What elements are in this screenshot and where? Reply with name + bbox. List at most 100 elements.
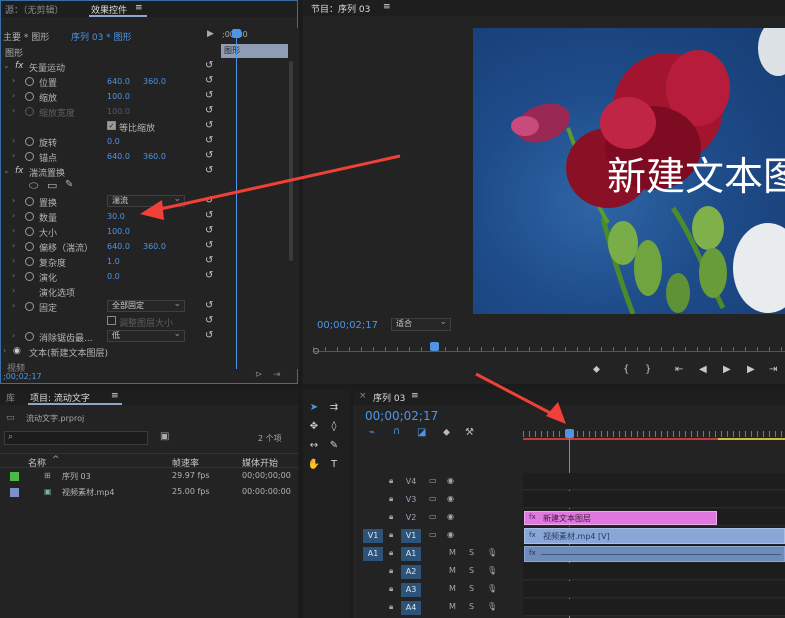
ripple-edit-tool-icon[interactable]: ✥ — [307, 420, 321, 434]
effect-row[interactable]: ⬭ ▭ ✎ — [1, 179, 219, 194]
stopwatch-icon[interactable] — [25, 242, 34, 251]
property-value-2[interactable]: 360.0 — [143, 77, 166, 86]
lock-icon[interactable]: 🔒︎ — [389, 548, 393, 558]
stopwatch-icon[interactable] — [25, 92, 34, 101]
property-dropdown[interactable]: 湍流 — [107, 194, 185, 207]
eye-icon[interactable]: ◉ — [447, 494, 454, 503]
pen-mask-icon[interactable]: ✎ — [65, 179, 73, 190]
sync-lock-icon[interactable]: ▭ — [429, 512, 437, 521]
twirl-icon[interactable]: › — [12, 271, 15, 280]
sort-up-icon[interactable]: ^ — [52, 455, 60, 465]
stopwatch-icon[interactable] — [25, 197, 34, 206]
stopwatch-icon[interactable] — [25, 212, 34, 221]
marker-icon[interactable]: ⬥ — [443, 427, 450, 438]
effect-row[interactable]: › 置换 湍流 ↺ — [1, 194, 219, 209]
property-value-2[interactable]: 360.0 — [143, 242, 166, 251]
hand-tool-icon[interactable]: ✋ — [307, 458, 321, 472]
project-menu-icon[interactable]: ≡ — [111, 391, 119, 401]
solo-button[interactable]: S — [469, 602, 474, 611]
track-target[interactable]: V1 — [401, 529, 421, 543]
linked-icon[interactable]: ◪ — [417, 427, 426, 438]
lock-icon[interactable]: 🔒︎ — [389, 530, 393, 540]
track-lane[interactable] — [523, 581, 785, 598]
twirl-icon[interactable]: › — [12, 151, 15, 160]
twirl-icon[interactable]: › — [12, 136, 15, 145]
twirl-icon[interactable]: › — [12, 196, 15, 205]
sync-lock-icon[interactable]: ▭ — [429, 476, 437, 485]
tab-library[interactable]: 库 — [6, 391, 15, 404]
col-framerate[interactable]: 帧速率 — [172, 456, 199, 469]
property-value[interactable]: 640.0 — [107, 152, 130, 161]
twirl-icon[interactable]: › — [12, 91, 15, 100]
play-icon[interactable]: ▶ — [723, 364, 731, 375]
razor-tool-icon[interactable]: ◊ — [327, 420, 341, 434]
reset-icon[interactable]: ↺ — [205, 255, 213, 266]
property-value[interactable]: 100.0 — [107, 107, 130, 116]
play-triangle-icon[interactable]: ▶ — [207, 29, 214, 39]
mini-playhead[interactable] — [236, 29, 237, 369]
track-row[interactable]: 🔒︎ A4 M S 🎙︎ — [353, 599, 785, 617]
clip-audio[interactable]: fx — [524, 546, 785, 562]
reset-icon[interactable]: ↺ — [205, 105, 213, 116]
reset-icon[interactable]: ↺ — [205, 270, 213, 281]
col-name[interactable]: 名称 — [28, 456, 46, 469]
track-target[interactable]: A1 — [401, 547, 421, 561]
effect-row[interactable]: › 消除锯齿最... 低 ↺ — [1, 329, 219, 344]
twirl-icon[interactable]: › — [12, 331, 15, 340]
timeline-timecode[interactable]: 00;00;02;17 — [365, 409, 438, 423]
stopwatch-icon[interactable] — [25, 77, 34, 86]
effect-row[interactable]: › 缩放宽度 100.0 ↺ — [1, 104, 219, 119]
track-lane[interactable] — [523, 491, 785, 508]
stopwatch-icon[interactable] — [25, 137, 34, 146]
tab-program[interactable]: 节目：序列 03 — [311, 2, 370, 15]
type-tool-icon[interactable]: T — [327, 458, 341, 472]
twirl-icon[interactable]: ⌄ — [3, 166, 10, 175]
track-row[interactable]: 🔒︎ V4 ▭ ◉ — [353, 473, 785, 491]
eye-icon[interactable]: ◉ — [447, 530, 454, 539]
track-target[interactable]: A2 — [401, 565, 421, 579]
track-lane[interactable] — [523, 563, 785, 580]
property-value[interactable]: 0.0 — [107, 272, 120, 281]
export-icon[interactable]: ⇥ — [273, 370, 281, 380]
source-patch[interactable]: A1 — [363, 547, 383, 561]
property-value[interactable]: 30.0 — [107, 212, 125, 221]
effect-row[interactable]: › 大小 100.0 ↺ — [1, 224, 219, 239]
mute-button[interactable]: M — [449, 602, 456, 611]
master-clip-label[interactable]: 主要 * 图形 — [3, 30, 49, 43]
track-lane[interactable] — [523, 473, 785, 490]
voiceover-icon[interactable]: 🎙︎ — [487, 566, 497, 575]
program-menu-icon[interactable]: ≡ — [383, 2, 391, 12]
property-value-2[interactable]: 360.0 — [143, 152, 166, 161]
rect-mask-icon[interactable]: ▭ — [47, 179, 57, 192]
mute-button[interactable]: M — [449, 548, 456, 557]
clip-text-layer[interactable]: fx 新建文本图层 — [524, 511, 717, 525]
property-value[interactable]: 100.0 — [107, 227, 130, 236]
timeline-ruler[interactable] — [523, 425, 785, 445]
reset-icon[interactable]: ↺ — [205, 195, 213, 206]
tab-sequence[interactable]: 序列 03 — [373, 391, 405, 404]
track-row[interactable]: 🔒︎ A3 M S 🎙︎ — [353, 581, 785, 599]
reset-icon[interactable]: ↺ — [205, 90, 213, 101]
reset-icon[interactable]: ↺ — [205, 300, 213, 311]
effect-row[interactable]: › 固定 全部固定 ↺ — [1, 299, 219, 314]
track-target[interactable]: V4 — [401, 475, 421, 489]
step-forward-icon[interactable]: ▶ — [747, 364, 755, 375]
track-select-tool-icon[interactable]: ⇉ — [327, 401, 341, 415]
effect-row[interactable]: › ◉ 文本(新建文本图层) — [1, 344, 219, 359]
label-color-swatch[interactable] — [10, 472, 19, 481]
lock-icon[interactable]: 🔒︎ — [389, 584, 393, 594]
video-frame[interactable]: 新建文本图 — [473, 28, 785, 314]
project-search-input[interactable]: ⌕ — [4, 431, 148, 445]
step-back-icon[interactable]: ◀ — [699, 364, 707, 375]
label-color-swatch[interactable] — [10, 488, 19, 497]
track-target[interactable]: A3 — [401, 583, 421, 597]
twirl-icon[interactable]: › — [12, 106, 15, 115]
property-value[interactable]: 1.0 — [107, 257, 120, 266]
filter-icon[interactable]: ⊳ — [255, 370, 263, 380]
lock-icon[interactable]: 🔒︎ — [389, 494, 393, 504]
close-tab-icon[interactable]: × — [359, 391, 367, 401]
reset-icon[interactable]: ↺ — [205, 330, 213, 341]
fx-badge[interactable]: fx — [15, 166, 24, 176]
eye-icon[interactable]: ◉ — [447, 476, 454, 485]
track-target[interactable]: A4 — [401, 601, 421, 615]
